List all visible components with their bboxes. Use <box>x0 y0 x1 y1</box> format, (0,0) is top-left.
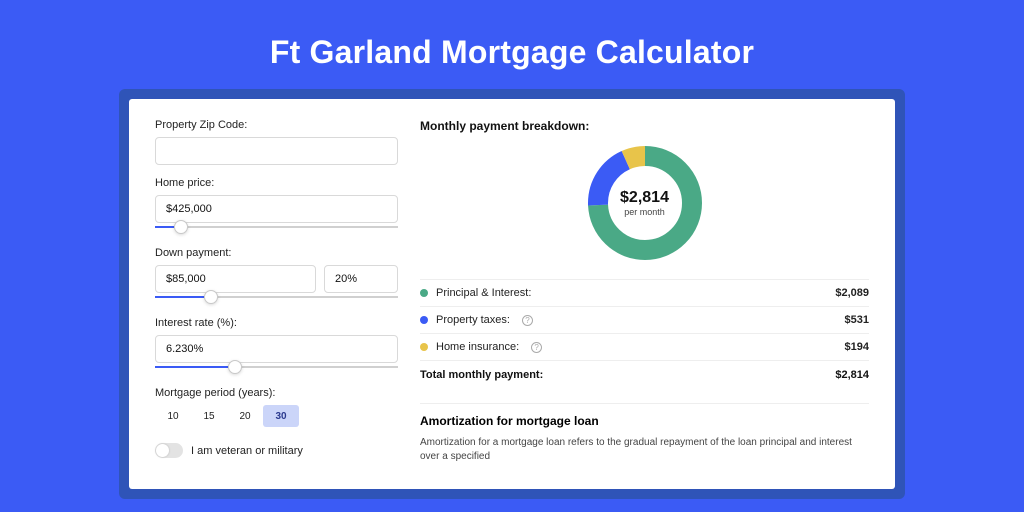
dp-percent-input[interactable] <box>324 265 398 293</box>
legend-tax: Property taxes: ? $531 <box>420 306 869 333</box>
slider-thumb[interactable] <box>174 220 188 234</box>
legend-label: Principal & Interest: <box>436 287 531 299</box>
results-panel: Monthly payment breakdown: $2,814 per mo… <box>398 119 869 489</box>
legend-pi: Principal & Interest: $2,089 <box>420 279 869 306</box>
veteran-label: I am veteran or military <box>191 445 303 457</box>
calculator-card: Property Zip Code: Home price: Down paym… <box>129 99 895 489</box>
inputs-panel: Property Zip Code: Home price: Down paym… <box>155 119 398 489</box>
legend-ins: Home insurance: ? $194 <box>420 333 869 360</box>
period-15[interactable]: 15 <box>191 405 227 427</box>
dp-slider[interactable] <box>155 291 398 305</box>
dp-amount-input[interactable] <box>155 265 316 293</box>
zip-input[interactable] <box>155 137 398 165</box>
total-label: Total monthly payment: <box>420 369 543 381</box>
donut-wrap: $2,814 per month <box>420 143 869 263</box>
period-row: Mortgage period (years): 10 15 20 30 <box>155 387 398 427</box>
dot-icon <box>420 316 428 324</box>
period-20[interactable]: 20 <box>227 405 263 427</box>
total-amount: $2,814 <box>835 369 869 381</box>
dp-label: Down payment: <box>155 247 398 259</box>
breakdown-title: Monthly payment breakdown: <box>420 119 869 133</box>
period-label: Mortgage period (years): <box>155 387 398 399</box>
rate-label: Interest rate (%): <box>155 317 398 329</box>
zip-label: Property Zip Code: <box>155 119 398 131</box>
legend-total: Total monthly payment: $2,814 <box>420 360 869 391</box>
rate-input[interactable] <box>155 335 398 363</box>
dot-icon <box>420 343 428 351</box>
help-icon[interactable]: ? <box>522 315 533 326</box>
price-input[interactable] <box>155 195 398 223</box>
price-row: Home price: <box>155 177 398 235</box>
veteran-row: I am veteran or military <box>155 443 398 458</box>
rate-row: Interest rate (%): <box>155 317 398 375</box>
period-group: 10 15 20 30 <box>155 405 398 427</box>
rate-slider[interactable] <box>155 361 398 375</box>
zip-row: Property Zip Code: <box>155 119 398 165</box>
donut-amount: $2,814 <box>620 189 669 207</box>
legend: Principal & Interest: $2,089 Property ta… <box>420 279 869 391</box>
slider-thumb[interactable] <box>228 360 242 374</box>
period-30[interactable]: 30 <box>263 405 299 427</box>
downpayment-row: Down payment: <box>155 247 398 305</box>
amort-title: Amortization for mortgage loan <box>420 403 869 428</box>
legend-label: Property taxes: <box>436 314 510 326</box>
help-icon[interactable]: ? <box>531 342 542 353</box>
payment-donut: $2,814 per month <box>585 143 705 263</box>
legend-amount: $531 <box>845 314 869 326</box>
dot-icon <box>420 289 428 297</box>
legend-label: Home insurance: <box>436 341 519 353</box>
veteran-toggle[interactable] <box>155 443 183 458</box>
slider-thumb[interactable] <box>204 290 218 304</box>
page-title: Ft Garland Mortgage Calculator <box>0 0 1024 89</box>
legend-amount: $2,089 <box>835 287 869 299</box>
period-10[interactable]: 10 <box>155 405 191 427</box>
donut-sub: per month <box>624 207 665 217</box>
card-shadow: Property Zip Code: Home price: Down paym… <box>119 89 905 499</box>
price-slider[interactable] <box>155 221 398 235</box>
legend-amount: $194 <box>845 341 869 353</box>
amort-text: Amortization for a mortgage loan refers … <box>420 436 869 464</box>
price-label: Home price: <box>155 177 398 189</box>
